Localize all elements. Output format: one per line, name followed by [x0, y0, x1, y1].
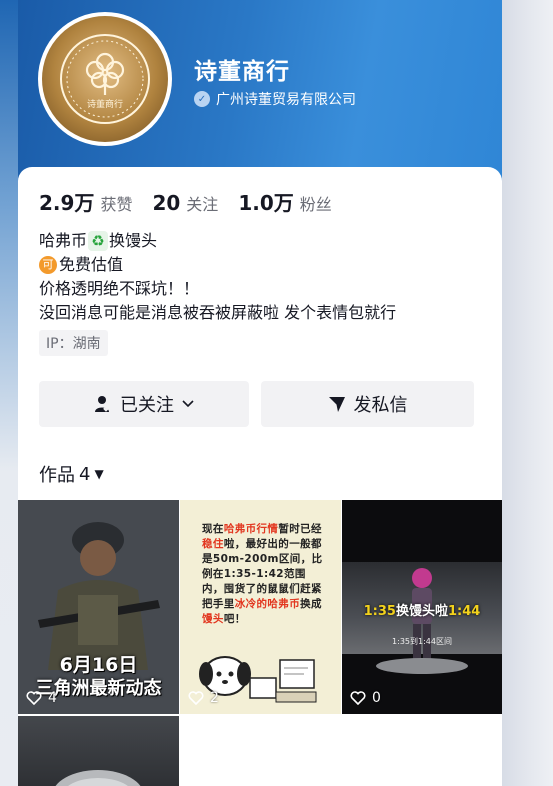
fans-stat[interactable]: 1.0万 粉丝 [238, 187, 331, 216]
character-figure [376, 568, 468, 674]
chevron-down-icon [182, 400, 194, 408]
works-label: 作品 [39, 465, 75, 486]
video-tile[interactable] [18, 716, 179, 786]
heart-icon [26, 691, 42, 705]
user-check-icon [95, 396, 112, 412]
bio-text: 免费估值 [59, 255, 124, 274]
followed-button[interactable]: 已关注 [39, 381, 249, 427]
tile-title-part: 1:35 [363, 604, 396, 619]
tile-text-highlight: 冰冷的哈弗币 [234, 598, 301, 610]
stats-row: 2.9万 获赞 20 关注 1.0万 粉丝 [39, 187, 332, 216]
send-message-button[interactable]: 发私信 [261, 381, 474, 427]
following-stat[interactable]: 20 关注 [152, 191, 218, 215]
tile-likes: 0 [350, 690, 381, 706]
tile-likes: 2 [188, 690, 219, 706]
verified-badge-icon: ✓ [194, 91, 210, 107]
company-name: 广州诗董贸易有限公司 [216, 92, 356, 108]
tile-title-part: 换馒头啦 [395, 604, 448, 619]
avatar-logo: 诗董商行 [42, 16, 168, 142]
bio-line-2: 可 免费估值 [39, 253, 396, 277]
works-tab[interactable]: 作品 4 ▼ [39, 461, 104, 487]
tile-text-highlight: 馒头 [202, 613, 224, 625]
tile-text: 现在哈弗币行情暂时已经稳住啦，最好出的一般都是50m-200m区间，比例在1:3… [202, 522, 327, 627]
tile-date: 6月16日 [59, 654, 138, 676]
likes-count: 0 [372, 690, 381, 706]
caret-down-icon: ▼ [94, 467, 104, 481]
svg-text:诗董商行: 诗董商行 [87, 98, 123, 110]
tile-text-part: 换成 [300, 598, 322, 610]
likes-label: 获赞 [100, 195, 133, 214]
following-label: 关注 [186, 195, 219, 214]
background-right [502, 0, 553, 786]
tile-text-part: 吧！ [223, 613, 246, 625]
heart-icon [188, 691, 204, 705]
tile-subtitle: 1:35到1:44区间 [392, 637, 452, 646]
fans-label: 粉丝 [299, 195, 332, 214]
bio-text: 哈弗币 [39, 231, 88, 250]
ke-badge-icon: 可 [39, 256, 57, 274]
bio-line-4: 没回消息可能是消息被吞被屏蔽啦 发个表情包就行 [39, 303, 397, 322]
tile-text-part: 暂时已经 [278, 523, 322, 535]
tile-title-part: 1:44 [448, 604, 481, 619]
bio-line-1: 哈弗币 ♻ 换馒头 [39, 229, 396, 253]
tile-text-highlight: 哈弗币行情 [223, 523, 279, 535]
fans-count: 1.0万 [238, 191, 294, 215]
tile-title: 1:35换馒头啦1:44 [342, 600, 502, 619]
likes-count: 2 [210, 690, 219, 706]
store-name: 诗董商行 [194, 59, 290, 85]
heart-icon [350, 691, 366, 705]
works-count: 4 [79, 463, 91, 485]
bio: 哈弗币 ♻ 换馒头 可 免费估值 价格透明绝不踩坑！！ 没回消息可能是消息被吞被… [39, 229, 396, 325]
avatar[interactable]: 诗董商行 [38, 12, 172, 146]
video-tile[interactable]: 6月16日 三角洲最新动态 4 [18, 500, 179, 714]
ip-location-tag: IP：湖南 [39, 330, 108, 356]
empty-tile [180, 716, 341, 786]
send-icon [328, 397, 345, 412]
video-tile[interactable]: 1:35换馒头啦1:44 1:35到1:44区间 0 [342, 500, 502, 714]
bio-text: 换馒头 [109, 231, 158, 250]
watch-thumbnail [55, 770, 141, 786]
flower-logo-icon: 诗董商行 [60, 34, 150, 124]
tile-text-highlight: 稳住 [202, 538, 224, 550]
following-count: 20 [152, 191, 181, 215]
tile-text-part: 现在 [202, 523, 224, 535]
likes-count: 4 [48, 690, 57, 706]
video-tile[interactable]: 现在哈弗币行情暂时已经稳住啦，最好出的一般都是50m-200m区间，比例在1:3… [180, 500, 341, 714]
recycle-icon: ♻ [88, 231, 109, 251]
likes-count: 2.9万 [39, 191, 95, 215]
profile-screen: 诗董商行 诗董商行 ✓ 广州诗董贸易有限公司 2.9万 获赞 20 关注 1.0… [18, 0, 502, 786]
tile-likes: 4 [26, 690, 57, 706]
verified-company[interactable]: ✓ 广州诗董贸易有限公司 [194, 89, 356, 109]
profile-card: 2.9万 获赞 20 关注 1.0万 粉丝 哈弗币 ♻ 换馒头 可 免费估值 价 [18, 167, 502, 786]
followed-label: 已关注 [120, 395, 174, 416]
likes-stat[interactable]: 2.9万 获赞 [39, 187, 132, 216]
background-left [0, 0, 18, 786]
bio-line-3: 价格透明绝不踩坑！！ [39, 279, 200, 298]
send-message-label: 发私信 [353, 395, 408, 416]
